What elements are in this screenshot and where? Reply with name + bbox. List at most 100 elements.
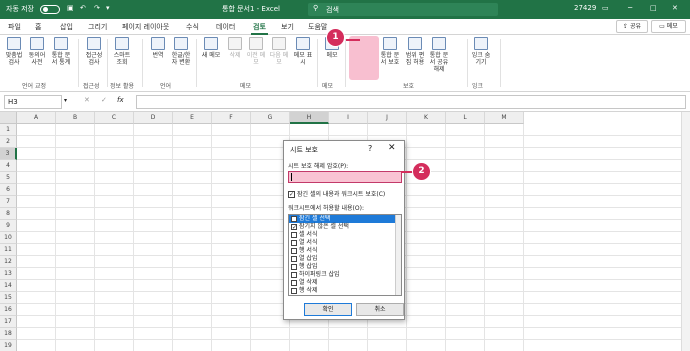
row-header[interactable]: 16: [0, 304, 17, 316]
column-header[interactable]: E: [173, 112, 212, 124]
row-header[interactable]: 2: [0, 136, 17, 148]
row-header[interactable]: 8: [0, 208, 17, 220]
spelling-button[interactable]: 맞춤법 검사: [3, 37, 25, 66]
column-header[interactable]: B: [56, 112, 95, 124]
row-header[interactable]: 9: [0, 220, 17, 232]
fx-icon[interactable]: fx: [117, 96, 124, 104]
password-input[interactable]: [288, 171, 402, 183]
allow-list-item[interactable]: 행 삭제: [289, 287, 401, 295]
hangul-hanja-button[interactable]: 한글/한자 변환: [170, 37, 192, 66]
column-header[interactable]: I: [329, 112, 368, 124]
namebox-dropdown-icon[interactable]: ▾: [64, 97, 67, 104]
protect-workbook-button[interactable]: 통합 문서 보호: [379, 37, 401, 66]
user-name[interactable]: 27429: [574, 4, 596, 12]
allow-list-item[interactable]: 하이퍼링크 삽입: [289, 271, 401, 279]
unshare-workbook-button[interactable]: 통합 문서 공유 해제: [428, 37, 450, 73]
allow-item-checkbox[interactable]: [291, 231, 297, 238]
ok-button[interactable]: 확인: [304, 303, 352, 316]
tab-file[interactable]: 파일: [8, 22, 21, 32]
undo-icon[interactable]: ↶: [80, 4, 86, 12]
column-header[interactable]: F: [212, 112, 251, 124]
allow-list-item[interactable]: 열 삽입: [289, 255, 401, 263]
memo-button[interactable]: ▭ 메모: [651, 20, 686, 33]
vertical-scrollbar[interactable]: [681, 112, 690, 351]
allow-list-item[interactable]: 열 삭제: [289, 279, 401, 287]
allow-item-checkbox[interactable]: ✓: [291, 223, 297, 230]
hide-ink-button[interactable]: 잉크 숨기기: [470, 37, 492, 66]
tab-page-layout[interactable]: 페이지 레이아웃: [122, 22, 169, 32]
row-header[interactable]: 7: [0, 196, 17, 208]
column-header[interactable]: D: [134, 112, 173, 124]
minimize-icon[interactable]: ─: [628, 4, 632, 12]
allow-list-item[interactable]: 행 삽입: [289, 263, 401, 271]
help-icon[interactable]: ?: [368, 144, 372, 153]
row-header[interactable]: 4: [0, 160, 17, 172]
close-icon[interactable]: ✕: [672, 4, 678, 12]
allow-list-item[interactable]: ✓ 잠긴 셀 선택: [289, 215, 401, 223]
allow-item-checkbox[interactable]: [291, 255, 297, 262]
dialog-close-icon[interactable]: ✕: [388, 143, 396, 153]
tab-draw[interactable]: 그리기: [88, 22, 107, 32]
thesaurus-button[interactable]: 동의어 사전: [26, 37, 48, 66]
row-header[interactable]: 6: [0, 184, 17, 196]
column-header[interactable]: M: [485, 112, 524, 124]
row-header[interactable]: 14: [0, 280, 17, 292]
new-comment-button[interactable]: 새 메모: [200, 37, 222, 59]
column-header[interactable]: C: [95, 112, 134, 124]
row-header[interactable]: 18: [0, 328, 17, 340]
row-header[interactable]: 13: [0, 268, 17, 280]
tab-help[interactable]: 도움말: [308, 22, 327, 32]
tab-view[interactable]: 보기: [281, 22, 294, 32]
column-header[interactable]: L: [446, 112, 485, 124]
allow-item-checkbox[interactable]: [291, 239, 297, 246]
allow-item-checkbox[interactable]: [291, 279, 297, 286]
row-header[interactable]: 15: [0, 292, 17, 304]
protect-contents-checkbox[interactable]: ✓: [288, 191, 295, 198]
allow-list-scrollbar[interactable]: [395, 215, 401, 295]
tab-home[interactable]: 홈: [35, 22, 41, 32]
allow-list-item[interactable]: ✓ 잠기지 않은 셀 선택: [289, 223, 401, 231]
protect-contents-option[interactable]: ✓ 잠긴 셀의 내용과 워크시트 보호(C): [288, 189, 385, 198]
enter-icon[interactable]: ✓: [101, 96, 107, 104]
allow-edit-ranges-button[interactable]: 범위 편집 허용: [404, 37, 426, 66]
row-header[interactable]: 5: [0, 172, 17, 184]
row-header[interactable]: 3: [0, 148, 17, 160]
tab-data[interactable]: 데이터: [216, 22, 235, 32]
autosave-toggle[interactable]: [40, 5, 60, 14]
check-accessibility-button[interactable]: 접근성 검사: [83, 37, 105, 66]
allow-list[interactable]: ✓ 잠긴 셀 선택 ✓ 잠기지 않은 셀 선택 셀 서식 열 서식 행 서식 열 삽입 행 삽입…: [288, 214, 402, 296]
allow-item-checkbox[interactable]: [291, 263, 297, 270]
name-box[interactable]: H3: [4, 95, 62, 109]
allow-item-checkbox[interactable]: [291, 287, 297, 294]
delete-comment-button[interactable]: 삭제: [224, 37, 246, 59]
tab-formulas[interactable]: 수식: [186, 22, 199, 32]
allow-list-item[interactable]: 행 서식: [289, 247, 401, 255]
column-header[interactable]: A: [17, 112, 56, 124]
column-header[interactable]: K: [407, 112, 446, 124]
allow-item-checkbox[interactable]: [291, 247, 297, 254]
previous-comment-button[interactable]: 이전 메모: [245, 37, 267, 66]
column-header[interactable]: G: [251, 112, 290, 124]
workbook-stats-button[interactable]: 통합 문서 통계: [50, 37, 72, 66]
tab-insert[interactable]: 삽입: [60, 22, 73, 32]
tab-review[interactable]: 검토: [251, 22, 268, 35]
allow-list-item[interactable]: 열 서식: [289, 239, 401, 247]
row-header[interactable]: 19: [0, 340, 17, 351]
row-header[interactable]: 10: [0, 232, 17, 244]
row-header[interactable]: 1: [0, 124, 17, 136]
row-header[interactable]: 11: [0, 244, 17, 256]
allow-item-checkbox[interactable]: [291, 271, 297, 278]
search-box[interactable]: ⚲ 검색: [308, 3, 498, 16]
row-header[interactable]: 12: [0, 256, 17, 268]
save-icon[interactable]: ▣: [67, 4, 74, 12]
cancel-button[interactable]: 취소: [356, 303, 404, 316]
ribbon-display-icon[interactable]: ▭: [602, 4, 609, 12]
row-header[interactable]: 17: [0, 316, 17, 328]
column-header[interactable]: J: [368, 112, 407, 124]
column-header[interactable]: H: [290, 112, 329, 124]
share-button[interactable]: ⇪ 공유: [616, 20, 648, 33]
select-all-corner[interactable]: [0, 112, 17, 124]
cancel-icon[interactable]: ✕: [84, 96, 90, 104]
maximize-icon[interactable]: □: [650, 4, 657, 12]
allow-list-item[interactable]: 셀 서식: [289, 231, 401, 239]
